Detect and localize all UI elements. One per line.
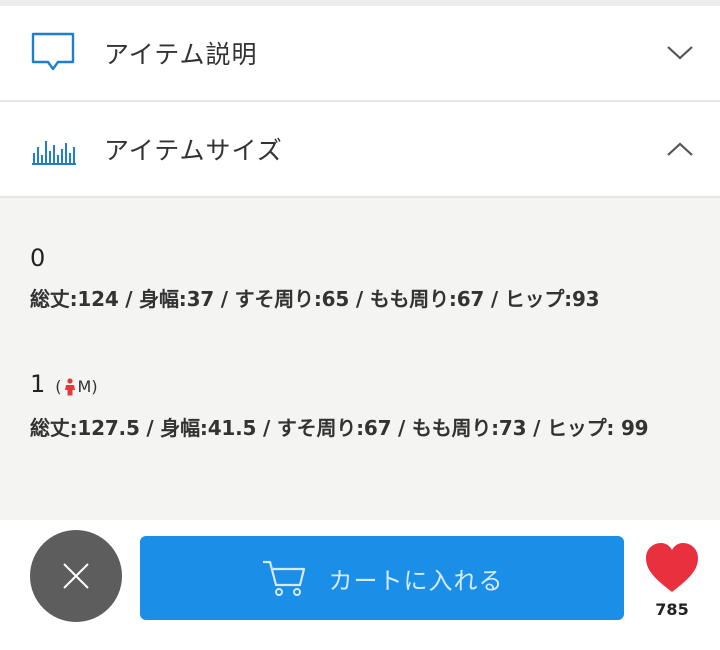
bottom-action-bar: カートに入れる 785 bbox=[0, 520, 720, 650]
model-wearing-tag: ( M) bbox=[55, 373, 97, 401]
model-tag-size: M) bbox=[77, 377, 98, 396]
size-measurements: 総丈:124 / 身幅:37 / すそ周り:65 / もも周り:67 / ヒップ… bbox=[30, 287, 600, 311]
accordion-item-description[interactable]: アイテム説明 bbox=[0, 6, 720, 102]
speech-bubble-icon bbox=[31, 32, 75, 71]
cart-icon bbox=[262, 560, 305, 596]
heart-icon[interactable] bbox=[642, 540, 702, 596]
size-entry: 0 総丈:124 / 身幅:37 / すそ周り:65 / もも周り:67 / ヒ… bbox=[30, 244, 680, 318]
chevron-up-icon[interactable] bbox=[666, 140, 694, 158]
size-name: 0 bbox=[30, 244, 680, 272]
size-name-text: 1 bbox=[30, 370, 46, 398]
size-chart-icon bbox=[32, 141, 76, 165]
chevron-down-icon[interactable] bbox=[666, 44, 694, 62]
close-button[interactable] bbox=[30, 530, 122, 622]
accordion-label-size: アイテムサイズ bbox=[104, 136, 283, 165]
size-name-text: 0 bbox=[30, 244, 46, 272]
size-name: 1 ( M) bbox=[30, 370, 680, 401]
like-count: 785 bbox=[655, 600, 689, 619]
size-details-panel: 0 総丈:124 / 身幅:37 / すそ周り:65 / もも周り:67 / ヒ… bbox=[0, 198, 720, 520]
add-to-cart-label: カートに入れる bbox=[328, 566, 504, 595]
female-model-icon bbox=[64, 378, 75, 396]
accordion-item-size[interactable]: アイテムサイズ bbox=[0, 102, 720, 198]
size-entry: 1 ( M) 総丈:127.5 / 身幅:41.5 / すそ周り:67 / もも… bbox=[30, 370, 680, 447]
size-measurements: 総丈:127.5 / 身幅:41.5 / すそ周り:67 / もも周り:73 /… bbox=[30, 416, 649, 440]
accordion-label-description: アイテム説明 bbox=[104, 40, 258, 69]
add-to-cart-button[interactable]: カートに入れる bbox=[140, 536, 624, 620]
close-icon bbox=[63, 563, 89, 589]
model-tag-open: ( bbox=[55, 377, 62, 396]
